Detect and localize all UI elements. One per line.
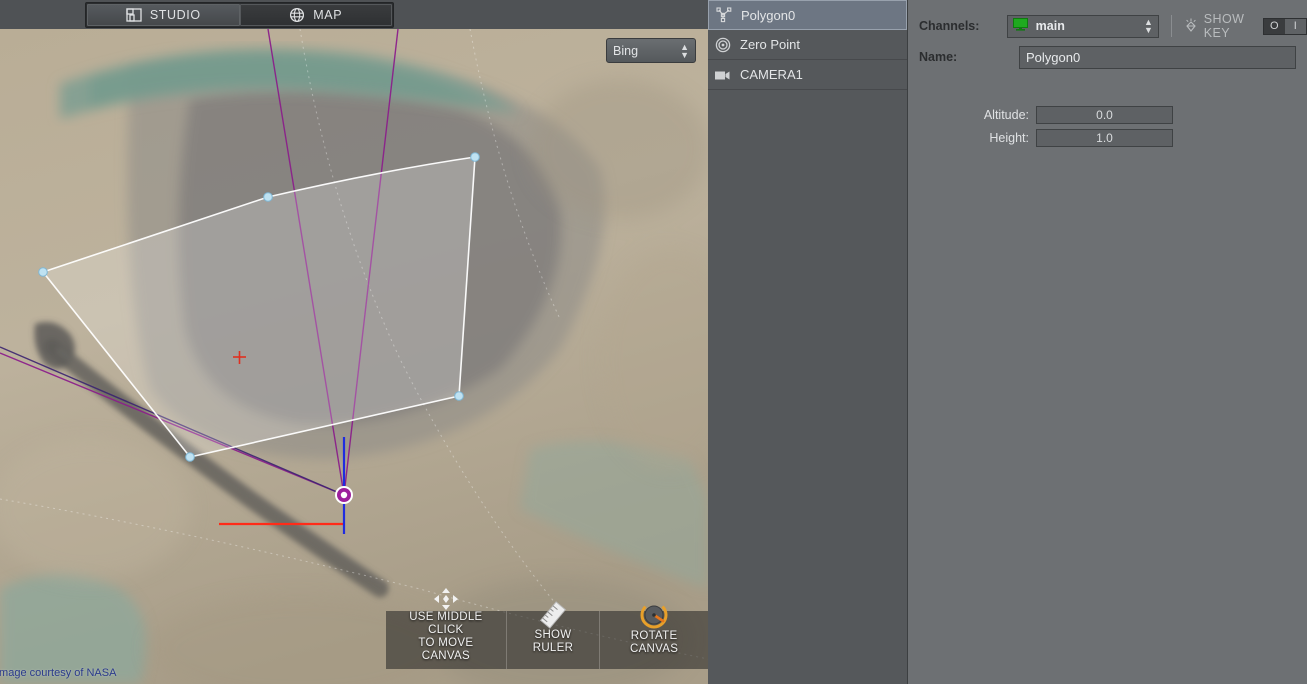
object-list-panel: Polygon0 Zero Point CAMERA1 [708,0,908,684]
show-key-option-off[interactable]: O [1264,19,1285,34]
list-item-zero-point[interactable]: Zero Point [708,30,907,60]
chevron-updown-icon: ▲▼ [680,43,689,59]
height-label: Height: [908,131,1036,145]
key-sparkle-icon [1184,18,1198,35]
map-overlay-toolbar: USE MIDDLE CLICK TO MOVE CANVAS [386,611,708,669]
channels-row: Channels: main ▲▼ [908,14,1307,38]
chevron-updown-icon: ▲▼ [1144,18,1153,34]
list-item-polygon0[interactable]: Polygon0 [708,0,907,30]
name-row: Name: [908,45,1307,69]
map-attribution: Image courtesy of NASA [0,667,116,679]
height-row: Height: 1.0 [908,128,1307,147]
tab-map[interactable]: MAP [240,4,393,26]
list-item-camera1[interactable]: CAMERA1 [708,60,907,90]
view-tab-group: STUDIO MAP [85,2,394,28]
altitude-label: Altitude: [908,108,1036,122]
name-input[interactable] [1019,46,1296,69]
map-provider-value: Bing [613,44,680,58]
coordinates-group: Altitude: 0.0 Height: 1.0 Position on Ca… [908,105,1307,151]
tab-map-label: MAP [313,8,342,22]
move-arrows-icon [433,587,459,611]
altitude-field[interactable]: 0.0 [1036,106,1173,124]
show-key-toggle[interactable]: O I [1263,18,1307,35]
satellite-imagery [0,29,708,684]
move-canvas-label-1: USE MIDDLE CLICK [397,611,495,637]
show-key-control[interactable]: SHOW KEY O I [1184,12,1307,40]
list-item-label: CAMERA1 [740,67,803,82]
rotate-canvas-button[interactable]: ROTATE CANVAS [600,611,708,669]
move-canvas-hint-button[interactable]: USE MIDDLE CLICK TO MOVE CANVAS [386,611,507,669]
monitor-icon [1013,18,1028,34]
ruler-icon [538,601,568,629]
tab-studio[interactable]: STUDIO [87,4,240,26]
map-canvas[interactable]: Bing ▲▼ Image courtesy of NASA [0,29,708,684]
application-window: STUDIO MAP [0,0,1307,684]
height-field[interactable]: 1.0 [1036,129,1173,147]
show-ruler-button[interactable]: SHOW RULER [507,611,601,669]
channels-select[interactable]: main ▲▼ [1007,15,1159,38]
map-provider-select[interactable]: Bing ▲▼ [606,38,696,63]
camera-icon [714,67,732,83]
altitude-row: Altitude: 0.0 [908,105,1307,124]
show-ruler-label: SHOW RULER [518,629,589,655]
show-key-option-on[interactable]: I [1285,19,1306,34]
channels-value: main [1036,19,1136,33]
tab-studio-label: STUDIO [150,8,201,22]
target-circles-icon [714,37,732,53]
polygon-node-icon [715,7,733,23]
list-item-label: Polygon0 [741,8,795,23]
divider [1171,15,1172,37]
properties-panel: Channels: main ▲▼ [908,0,1307,684]
floorplan-icon [126,7,142,23]
rotate-dial-icon [638,600,670,630]
move-canvas-label-2: TO MOVE CANVAS [397,637,495,663]
rotate-canvas-label: ROTATE CANVAS [611,630,697,656]
channels-label: Channels: [908,19,1007,33]
top-tab-bar: STUDIO MAP [0,0,708,29]
name-label: Name: [908,50,1019,64]
show-key-label: SHOW KEY [1204,12,1257,40]
list-item-label: Zero Point [740,37,800,52]
globe-icon [289,7,305,23]
